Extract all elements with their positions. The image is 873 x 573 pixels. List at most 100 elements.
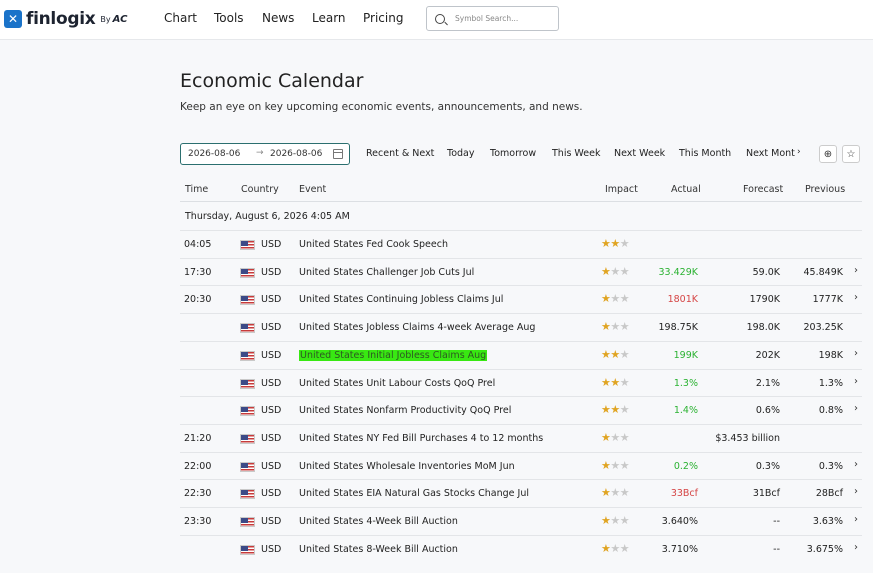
event-forecast: $3.453 billion — [715, 432, 780, 444]
star-icon: ★ — [610, 375, 620, 389]
star-icon: ★ — [601, 486, 611, 500]
event-currency: USD — [261, 349, 282, 361]
event-name[interactable]: United States NY Fed Bill Purchases 4 to… — [299, 433, 543, 444]
date-range-picker[interactable]: 2026-08-06 → 2026-08-06 — [180, 143, 350, 165]
impact-rating: ★★★ — [601, 320, 630, 333]
calendar-icon[interactable] — [333, 149, 343, 159]
event-name[interactable]: United States Fed Cook Speech — [299, 239, 448, 250]
table-row[interactable]: 20:30 USD United States Continuing Jobless… — [180, 285, 862, 313]
event-actual: 198.75K — [658, 322, 698, 334]
event-time: 04:05 — [184, 239, 212, 250]
event-time: 21:20 — [184, 432, 212, 444]
date-to[interactable]: 2026-08-06 — [270, 149, 322, 159]
nav-pricing[interactable]: Pricing — [363, 11, 403, 25]
table-row[interactable]: USD United States Unit Labour Costs QoQ P… — [180, 368, 862, 397]
event-time: 22:00 — [184, 460, 212, 472]
impact-rating: ★★★ — [601, 292, 630, 306]
event-previous: 0.8% — [818, 405, 843, 417]
nav-news[interactable]: News — [262, 11, 294, 25]
table-row[interactable]: 21:20 USD United States NY Fed Bill Purcha… — [180, 423, 862, 452]
chevron-right-icon[interactable]: › — [854, 459, 858, 470]
event-name[interactable]: United States Initial Jobless Claims Aug — [299, 349, 488, 361]
star-icon: ★ — [619, 292, 630, 306]
page-subtitle: Keep an eye on key upcoming economic eve… — [180, 101, 583, 113]
chevron-right-icon[interactable]: › — [854, 542, 858, 553]
star-icon: ★ — [601, 430, 611, 444]
table-row[interactable]: USD United States 8-Week Bill Auction ★★★ 3… — [180, 534, 862, 563]
impact-rating: ★★★ — [601, 403, 630, 417]
logo[interactable]: ✕ finlogix By AC — [4, 8, 127, 30]
tab-next-week[interactable]: Next Week — [614, 148, 665, 159]
star-icon[interactable]: ☆ — [842, 145, 860, 163]
event-forecast: 31Bcf — [752, 488, 780, 500]
tab-this-month[interactable]: This Month — [679, 148, 731, 159]
event-name[interactable]: United States 4-Week Bill Auction — [299, 516, 458, 527]
event-time: 23:30 — [184, 516, 212, 527]
star-icon: ★ — [601, 541, 611, 555]
event-name[interactable]: United States Unit Labour Costs QoQ Prel — [299, 378, 495, 389]
nav-tools[interactable]: Tools — [214, 11, 244, 25]
event-actual: 3.640% — [661, 516, 698, 527]
chevron-right-icon[interactable]: › — [854, 348, 858, 359]
star-icon: ★ — [619, 541, 630, 555]
chevron-right-icon[interactable]: › — [854, 486, 858, 497]
tab-next-month[interactable]: Next Mont — [746, 148, 795, 159]
symbol-search-input[interactable]: Symbol Search... — [426, 6, 559, 31]
tab-this-week[interactable]: This Week — [552, 148, 600, 159]
impact-rating: ★★★ — [601, 347, 630, 361]
globe-icon[interactable]: ⊕ — [819, 145, 837, 163]
star-icon: ★ — [601, 403, 611, 417]
arrow-right-icon: → — [256, 148, 264, 158]
star-icon: ★ — [619, 264, 630, 278]
star-icon: ★ — [610, 347, 620, 361]
impact-rating: ★★★ — [601, 375, 630, 389]
event-name[interactable]: United States Wholesale Inventories MoM … — [299, 461, 515, 472]
event-name[interactable]: United States Nonfarm Productivity QoQ P… — [299, 405, 511, 416]
event-currency: USD — [261, 405, 282, 417]
date-from[interactable]: 2026-08-06 — [188, 149, 240, 159]
table-row[interactable]: 22:30 USD United States EIA Natural Gas St… — [180, 479, 862, 507]
nav-chart[interactable]: Chart — [164, 11, 197, 25]
us-flag-icon — [240, 267, 255, 278]
table-row[interactable]: 17:30 USD United States Challenger Job Cut… — [180, 257, 862, 286]
chevron-right-icon[interactable]: › — [797, 147, 801, 157]
table-row[interactable]: 23:30 USD United States 4-Week Bill Auctio… — [180, 507, 862, 535]
event-currency: USD — [261, 266, 282, 278]
chevron-right-icon[interactable]: › — [854, 265, 858, 276]
star-icon: ★ — [619, 347, 630, 361]
date-group-heading: Thursday, August 6, 2026 4:05 AM — [185, 211, 350, 222]
table-row[interactable]: USD United States Initial Jobless Claims … — [180, 340, 862, 369]
star-icon: ★ — [619, 458, 630, 472]
table-row[interactable]: USD United States Nonfarm Productivity Qo… — [180, 396, 862, 424]
event-currency: USD — [261, 432, 282, 444]
table-row[interactable]: 22:00 USD United States Wholesale Inventor… — [180, 451, 862, 480]
event-name[interactable]: United States Continuing Jobless Claims … — [299, 294, 503, 305]
col-event: Event — [299, 184, 327, 195]
table-row[interactable]: 04:05 USD United States Fed Cook Speech ★★★ — [180, 230, 862, 258]
star-icon: ★ — [619, 514, 630, 527]
tab-today[interactable]: Today — [447, 148, 474, 159]
event-name[interactable]: United States Jobless Claims 4-week Aver… — [299, 322, 535, 333]
event-previous: 203.25K — [803, 322, 843, 334]
event-currency: USD — [261, 516, 282, 527]
event-forecast: 59.0K — [752, 266, 780, 278]
event-name[interactable]: United States Challenger Job Cuts Jul — [299, 267, 474, 278]
star-icon: ★ — [619, 375, 630, 389]
star-icon: ★ — [601, 458, 611, 472]
event-forecast: 202K — [755, 349, 780, 361]
chevron-right-icon[interactable]: › — [854, 514, 858, 525]
chevron-right-icon[interactable]: › — [854, 376, 858, 387]
event-name[interactable]: United States 8-Week Bill Auction — [299, 544, 458, 555]
event-name[interactable]: United States EIA Natural Gas Stocks Cha… — [299, 488, 529, 499]
star-icon: ★ — [601, 264, 611, 278]
event-currency: USD — [261, 294, 282, 306]
tab-recent-next[interactable]: Recent & Next — [366, 148, 434, 159]
event-forecast: 0.6% — [755, 405, 780, 417]
nav-learn[interactable]: Learn — [312, 11, 346, 25]
table-row[interactable]: USD United States Jobless Claims 4-week A… — [180, 313, 862, 341]
tab-tomorrow[interactable]: Tomorrow — [490, 148, 536, 159]
event-actual: 33Bcf — [670, 488, 698, 500]
chevron-right-icon[interactable]: › — [854, 403, 858, 414]
event-actual: 0.2% — [673, 460, 698, 472]
chevron-right-icon[interactable]: › — [854, 292, 858, 303]
